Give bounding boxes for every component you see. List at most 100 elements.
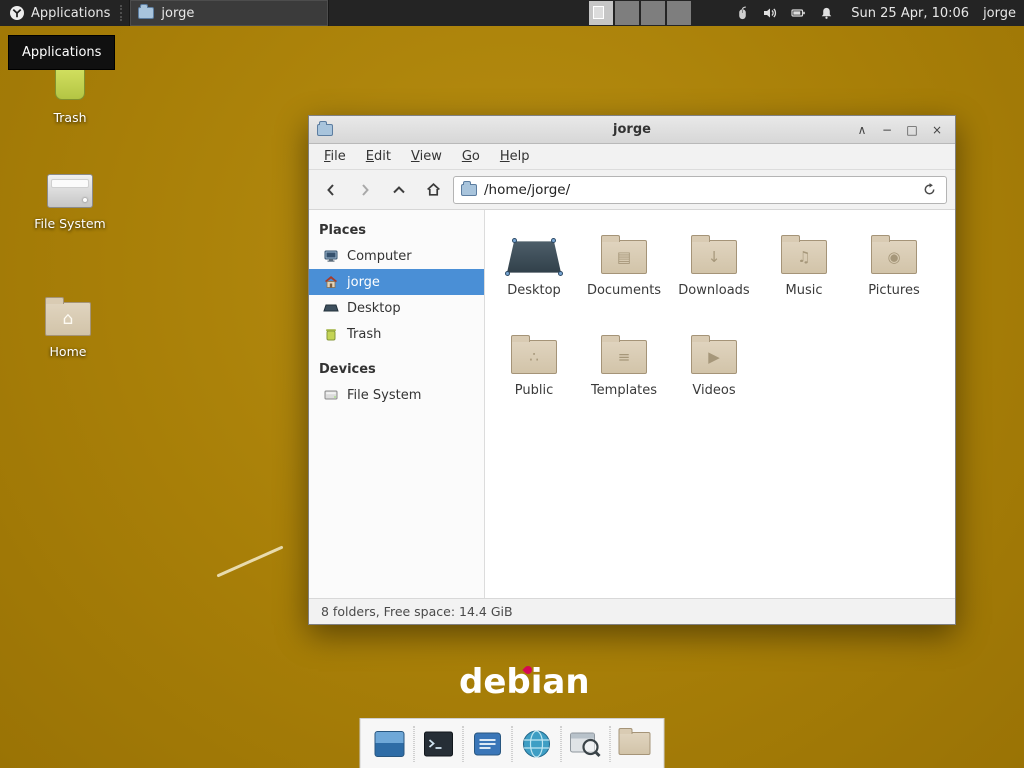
folder-item-public[interactable]: ∴ Public: [489, 324, 579, 424]
desktop-pager-icon: [375, 731, 405, 757]
close-button[interactable]: ×: [927, 120, 947, 140]
folder-item-downloads[interactable]: ↓ Downloads: [669, 224, 759, 324]
up-button[interactable]: [385, 176, 413, 204]
minimize-button[interactable]: −: [877, 120, 897, 140]
devices-header: Devices: [309, 355, 484, 382]
desktop-icon-home[interactable]: ⌂ Home: [20, 294, 116, 359]
desktop: debian Trash File System ⌂ Home jorge ∧ …: [0, 0, 1024, 768]
dock-item-web-browser[interactable]: [515, 721, 559, 767]
folder-icon: ↓: [691, 240, 737, 274]
status-text: 8 folders, Free space: 14.4 GiB: [321, 604, 513, 619]
workspace-4[interactable]: [667, 1, 691, 25]
home-button[interactable]: [419, 176, 447, 204]
taskbar-window-title: jorge: [161, 6, 194, 21]
notifications-tray-button[interactable]: [817, 4, 835, 22]
workspace-3[interactable]: [641, 1, 665, 25]
chevron-up-icon: [391, 182, 407, 198]
forward-button[interactable]: [351, 176, 379, 204]
menu-view[interactable]: View: [402, 146, 451, 167]
folder-item-documents[interactable]: ▤ Documents: [579, 224, 669, 324]
applications-menu-button[interactable]: Applications: [0, 0, 119, 26]
input-device-tray-button[interactable]: [733, 4, 751, 22]
sidebar-item-trash[interactable]: Trash: [309, 321, 484, 347]
folder-icon: ♫: [781, 240, 827, 274]
document-emblem-icon: ▤: [602, 241, 646, 273]
dock: [360, 718, 665, 768]
power-tray-button[interactable]: [789, 4, 807, 22]
workspace-2[interactable]: [615, 1, 639, 25]
dock-separator: [414, 726, 415, 762]
folder-icon: ◉: [871, 240, 917, 274]
magnifier-icon: [570, 729, 602, 759]
applications-menu-label: Applications: [31, 6, 110, 21]
desktop-icon-label: Trash: [53, 110, 86, 125]
dock-separator: [463, 726, 464, 762]
clock[interactable]: Sun 25 Apr, 10:06: [851, 0, 969, 26]
taskbar-window-icon: [138, 7, 154, 19]
chevron-right-icon: [357, 182, 373, 198]
folder-name: Downloads: [678, 283, 749, 298]
reload-button[interactable]: [919, 182, 939, 197]
menu-edit[interactable]: Edit: [357, 146, 400, 167]
shade-button[interactable]: ∧: [852, 120, 872, 140]
file-manager-icon: [619, 732, 651, 755]
user-home-icon: [323, 274, 339, 290]
location-bar[interactable]: [453, 176, 947, 204]
music-emblem-icon: ♫: [782, 241, 826, 273]
sidebar-item-jorge[interactable]: jorge: [309, 269, 484, 295]
battery-icon: [790, 5, 806, 21]
reload-icon: [922, 182, 937, 197]
globe-icon: [522, 729, 552, 759]
folder-item-videos[interactable]: ▶ Videos: [669, 324, 759, 424]
folder-item-templates[interactable]: ≡ Templates: [579, 324, 669, 424]
taskbar-button[interactable]: jorge: [129, 0, 329, 26]
template-emblem-icon: ≡: [602, 341, 646, 373]
debian-logo: debian: [459, 662, 590, 702]
drive-icon: [323, 387, 339, 403]
desktop-icon-filesystem[interactable]: File System: [22, 166, 118, 231]
video-emblem-icon: ▶: [692, 341, 736, 373]
workspace-switcher: [589, 1, 691, 25]
title-bar[interactable]: jorge ∧ − □ ×: [309, 116, 955, 144]
home-folder-icon: ⌂: [45, 302, 91, 336]
dock-separator: [610, 726, 611, 762]
dock-item-terminal[interactable]: [417, 721, 461, 767]
folder-item-desktop[interactable]: Desktop: [489, 224, 579, 324]
dock-item-desktop[interactable]: [368, 721, 412, 767]
dock-item-text-editor[interactable]: [466, 721, 510, 767]
path-input[interactable]: [484, 182, 912, 198]
back-button[interactable]: [317, 176, 345, 204]
maximize-button[interactable]: □: [902, 120, 922, 140]
camera-emblem-icon: ◉: [872, 241, 916, 273]
desktop-icon-label: Home: [50, 344, 87, 359]
wallpaper-line: [217, 545, 284, 577]
drive-icon: [47, 174, 93, 208]
sidebar-item-computer[interactable]: Computer: [309, 243, 484, 269]
path-folder-icon: [461, 184, 477, 196]
folder-item-pictures[interactable]: ◉ Pictures: [849, 224, 939, 324]
folder-name: Desktop: [507, 283, 561, 298]
panel-grip: [120, 5, 126, 21]
dock-separator: [512, 726, 513, 762]
menu-bar: File Edit View Go Help: [309, 144, 955, 170]
dock-item-file-manager[interactable]: [613, 721, 657, 767]
dock-item-application-finder[interactable]: [564, 721, 608, 767]
text-editor-icon: [474, 732, 502, 756]
chevron-left-icon: [323, 182, 339, 198]
sidebar-item-label: Trash: [347, 327, 381, 342]
computer-icon: [323, 248, 339, 264]
volume-tray-button[interactable]: [761, 4, 779, 22]
home-icon: [425, 181, 442, 198]
workspace-1[interactable]: [589, 1, 613, 25]
menu-file[interactable]: File: [315, 146, 355, 167]
sidebar-item-filesystem[interactable]: File System: [309, 382, 484, 408]
menu-help[interactable]: Help: [491, 146, 539, 167]
download-emblem-icon: ↓: [692, 241, 736, 273]
terminal-icon: [424, 731, 454, 757]
toolbar: [309, 170, 955, 210]
menu-go[interactable]: Go: [453, 146, 489, 167]
sidebar-item-label: File System: [347, 388, 421, 403]
sidebar-item-desktop[interactable]: Desktop: [309, 295, 484, 321]
folder-name: Videos: [692, 383, 735, 398]
folder-item-music[interactable]: ♫ Music: [759, 224, 849, 324]
